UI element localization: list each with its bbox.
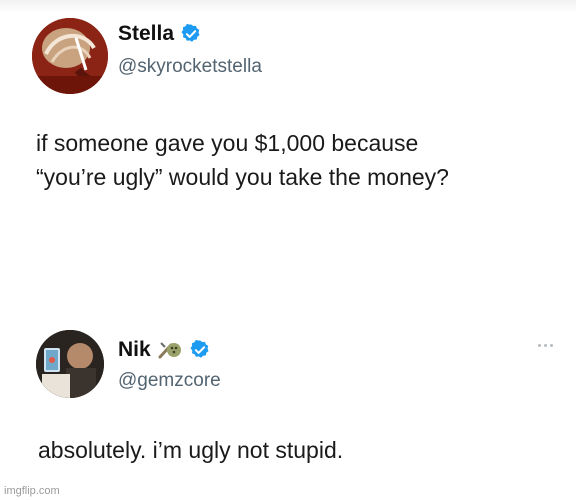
bowling-emoji-icon: [158, 342, 181, 359]
display-name[interactable]: Nik: [118, 338, 151, 362]
verified-badge-icon: [190, 339, 209, 358]
avatar[interactable]: [36, 330, 104, 398]
reply-tweet[interactable]: Nik @gemzcore absolutely. i’m ugly not s…: [0, 318, 576, 488]
author-name-row: Stella: [118, 22, 202, 46]
tweet-text: absolutely. i’m ugly not stupid.: [38, 437, 344, 463]
main-tweet[interactable]: Stella @skyrocketstella if someone gave …: [0, 8, 576, 238]
author-handle[interactable]: @skyrocketstella: [118, 56, 262, 78]
more-options-icon[interactable]: [538, 344, 553, 347]
watermark: imgflip.com: [4, 485, 60, 497]
author-handle[interactable]: @gemzcore: [118, 370, 221, 392]
verified-badge-icon: [181, 23, 200, 42]
tweet-text: if someone gave you $1,000 because “you’…: [36, 130, 449, 190]
author-name-row: Nik: [118, 338, 211, 362]
avatar[interactable]: [32, 18, 108, 94]
display-name[interactable]: Stella: [118, 22, 174, 46]
stella-avatar-image: [32, 18, 108, 94]
nik-avatar-image: [36, 330, 104, 398]
